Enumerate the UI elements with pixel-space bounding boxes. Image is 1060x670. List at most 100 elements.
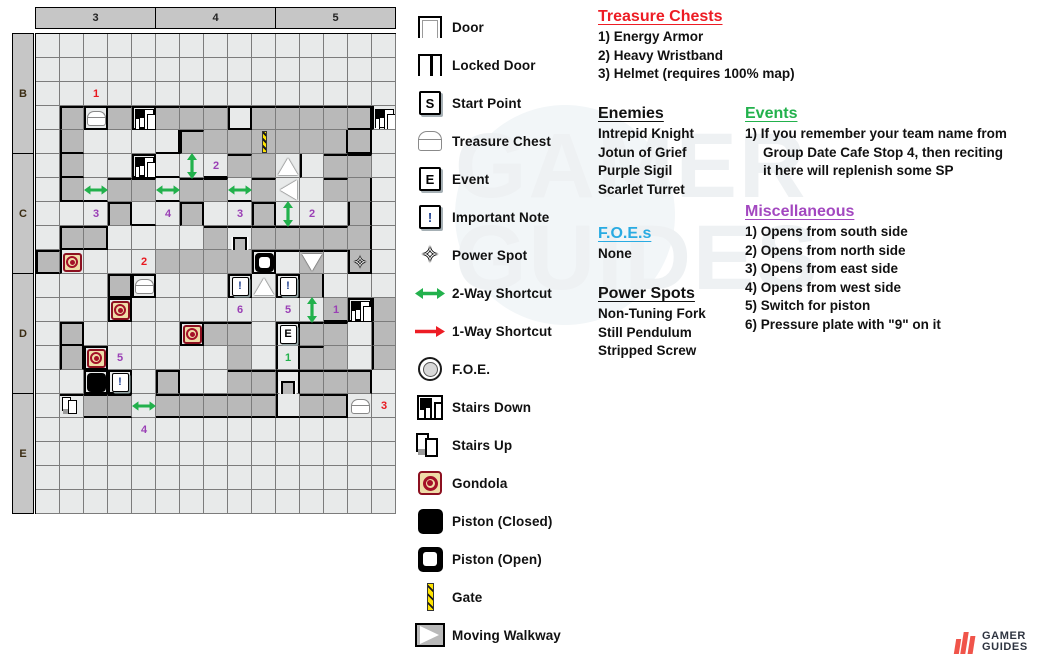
map-cell[interactable] (60, 322, 84, 346)
map-cell[interactable] (372, 322, 396, 346)
map-cell[interactable] (132, 34, 156, 58)
map-cell[interactable] (108, 490, 132, 514)
map-cell[interactable] (180, 490, 204, 514)
map-cell[interactable] (60, 370, 84, 394)
map-cell[interactable] (228, 346, 252, 370)
map-cell[interactable] (84, 490, 108, 514)
map-cell[interactable] (276, 466, 300, 490)
map-cell[interactable] (180, 418, 204, 442)
map-cell[interactable] (324, 202, 348, 226)
map-cell[interactable] (108, 322, 132, 346)
map-cell[interactable] (60, 34, 84, 58)
map-cell[interactable] (324, 370, 348, 394)
map-cell[interactable] (180, 394, 204, 418)
map-cell[interactable] (372, 274, 396, 298)
map-cell[interactable] (132, 298, 156, 322)
map-cell[interactable] (252, 442, 276, 466)
map-cell[interactable] (132, 178, 156, 202)
map-cell[interactable] (372, 298, 396, 322)
map-cell[interactable] (228, 130, 252, 154)
map-cell[interactable] (84, 418, 108, 442)
map-cell[interactable] (276, 490, 300, 514)
map-cell[interactable] (60, 466, 84, 490)
map-cell[interactable] (204, 346, 228, 370)
map-cell[interactable] (252, 154, 276, 178)
map-cell[interactable] (348, 58, 372, 82)
map-cell[interactable] (276, 82, 300, 106)
map-cell[interactable] (156, 274, 180, 298)
map-cell[interactable] (228, 490, 252, 514)
map-cell[interactable] (132, 490, 156, 514)
map-cell[interactable] (108, 250, 132, 274)
map-cell[interactable] (348, 322, 372, 346)
map-cell[interactable] (324, 226, 348, 250)
map-cell[interactable] (156, 442, 180, 466)
map-cell[interactable] (36, 394, 60, 418)
map-cell[interactable] (348, 346, 372, 370)
map-cell[interactable] (300, 226, 324, 250)
map-cell[interactable] (324, 466, 348, 490)
map-cell[interactable] (252, 490, 276, 514)
map-cell[interactable] (324, 442, 348, 466)
map-cell[interactable] (300, 394, 324, 418)
map-cell[interactable] (252, 370, 276, 394)
map-cell[interactable] (204, 250, 228, 274)
map-cell[interactable] (252, 58, 276, 82)
map-cell[interactable] (372, 346, 396, 370)
map-cell[interactable] (204, 298, 228, 322)
map-cell[interactable] (276, 442, 300, 466)
map-cell[interactable] (348, 154, 372, 178)
map-cell[interactable] (276, 394, 300, 418)
map-cell[interactable] (36, 178, 60, 202)
map-cell[interactable] (228, 370, 252, 394)
map-cell[interactable] (36, 346, 60, 370)
map-cell[interactable] (156, 130, 180, 154)
map-cell[interactable] (60, 298, 84, 322)
map-cell[interactable] (108, 82, 132, 106)
map-cell[interactable] (108, 442, 132, 466)
map-cell[interactable] (204, 106, 228, 130)
map-cell[interactable] (156, 466, 180, 490)
map-cell[interactable] (204, 130, 228, 154)
map-cell[interactable] (36, 226, 60, 250)
map-cell[interactable] (180, 442, 204, 466)
map-cell[interactable] (108, 394, 132, 418)
map-cell[interactable] (252, 346, 276, 370)
map-cell[interactable] (300, 322, 324, 346)
map-cell[interactable] (36, 58, 60, 82)
map-cell[interactable] (156, 298, 180, 322)
map-cell[interactable] (324, 34, 348, 58)
map-cell[interactable] (60, 490, 84, 514)
map-cell[interactable] (204, 394, 228, 418)
map-cell[interactable] (348, 274, 372, 298)
map-cell[interactable] (252, 82, 276, 106)
map-cell[interactable] (252, 106, 276, 130)
map-cell[interactable] (60, 82, 84, 106)
map-cell[interactable] (372, 82, 396, 106)
map-cell[interactable] (348, 466, 372, 490)
map-cell[interactable] (300, 442, 324, 466)
map-cell[interactable] (84, 130, 108, 154)
map-cell[interactable] (180, 370, 204, 394)
map-cell[interactable] (252, 226, 276, 250)
map-cell[interactable] (84, 298, 108, 322)
map-cell[interactable] (204, 442, 228, 466)
map-cell[interactable] (276, 34, 300, 58)
map-cell[interactable] (228, 250, 252, 274)
map-cell[interactable] (204, 202, 228, 226)
map-cell[interactable] (156, 34, 180, 58)
map-cell[interactable] (228, 154, 252, 178)
map-cell[interactable] (324, 178, 348, 202)
map-cell[interactable] (108, 466, 132, 490)
map-cell[interactable] (372, 202, 396, 226)
map-cell[interactable] (36, 202, 60, 226)
map-cell[interactable] (372, 466, 396, 490)
map-cell[interactable] (132, 442, 156, 466)
map-cell[interactable] (348, 82, 372, 106)
map-cell[interactable] (108, 34, 132, 58)
map-cell[interactable] (372, 34, 396, 58)
map-cell[interactable] (36, 250, 60, 274)
map-cell[interactable] (132, 226, 156, 250)
map-cell[interactable] (60, 178, 84, 202)
map-cell[interactable] (156, 346, 180, 370)
